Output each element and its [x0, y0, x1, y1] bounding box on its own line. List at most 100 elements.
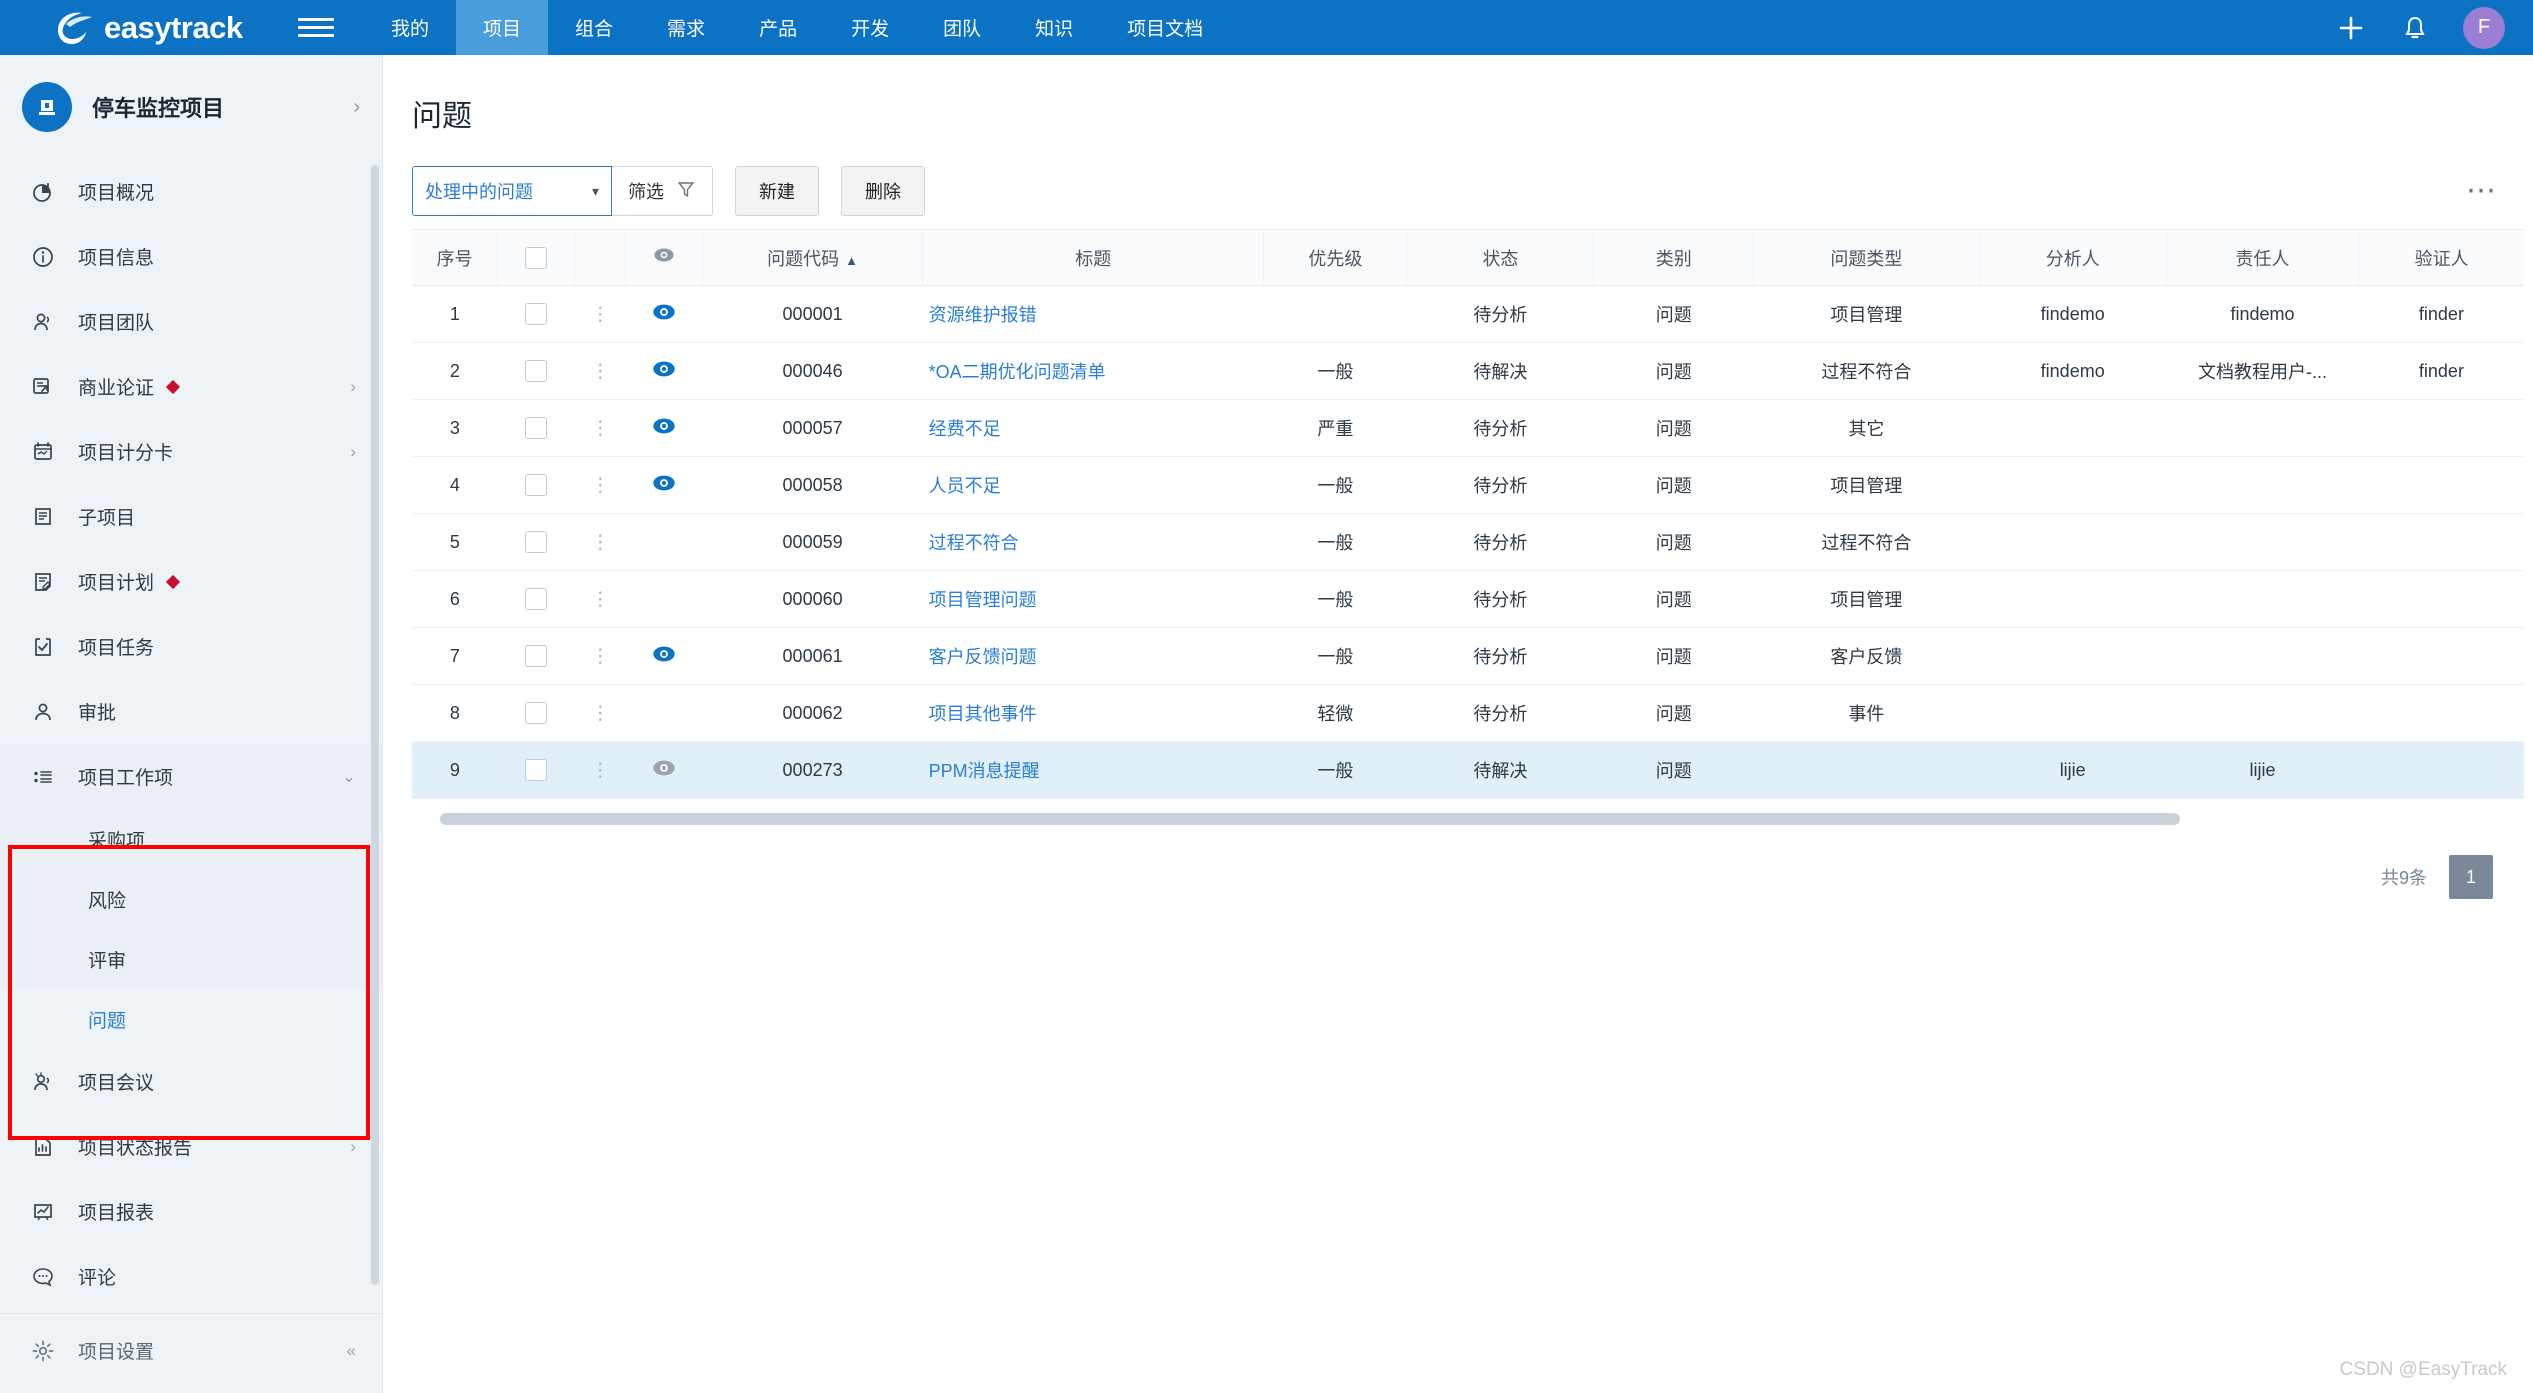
table-horizontal-scrollbar[interactable]: [440, 813, 2533, 825]
table-row[interactable]: 1 ⋮ 000001 资源维护报错 待分析 问题 项目管理 findemo findemo fin…: [412, 285, 2524, 343]
issue-title-link[interactable]: 过程不符合: [929, 533, 1019, 553]
row-checkbox[interactable]: [525, 702, 548, 725]
nav-item-project-docs[interactable]: 项目文档: [1100, 0, 1230, 55]
avatar[interactable]: F: [2463, 6, 2505, 49]
filter-button[interactable]: 筛选: [612, 166, 713, 216]
sidebar-item-project-plan[interactable]: 项目计划: [0, 549, 382, 614]
col-header-owner[interactable]: 责任人: [2166, 229, 2360, 286]
issue-title-link[interactable]: *OA二期优化问题清单: [929, 362, 1106, 382]
delete-button[interactable]: 删除: [841, 166, 925, 216]
col-header-category[interactable]: 类别: [1593, 229, 1755, 286]
nav-item-project[interactable]: 项目: [456, 0, 549, 55]
sidebar-item-review[interactable]: 评审: [0, 929, 382, 989]
issue-title-link[interactable]: 人员不足: [929, 476, 1001, 496]
sidebar-item-project-settings[interactable]: 项目设置 «: [0, 1318, 382, 1383]
scrollbar-thumb[interactable]: [440, 813, 2180, 825]
row-checkbox[interactable]: [525, 588, 548, 611]
sidebar-item-project-overview[interactable]: 项目概况: [0, 159, 382, 224]
issue-title-link[interactable]: PPM消息提醒: [929, 761, 1040, 781]
watch-eye-icon[interactable]: [652, 300, 676, 329]
sidebar-item-purchase[interactable]: 采购项: [0, 809, 382, 869]
sidebar-item-business-case[interactable]: 商业论证 ›: [0, 354, 382, 419]
table-row[interactable]: 8 ⋮ 000062 项目其他事件 轻微 待分析 问题 事件: [412, 684, 2524, 742]
select-all-checkbox[interactable]: [525, 246, 548, 269]
col-header-issue-type[interactable]: 问题类型: [1753, 229, 1980, 286]
row-checkbox[interactable]: [525, 531, 548, 554]
sidebar-scrollbar[interactable]: [371, 165, 379, 1285]
sidebar-item-project-team[interactable]: 项目团队: [0, 289, 382, 354]
issue-title-link[interactable]: 资源维护报错: [929, 305, 1037, 325]
col-header-title[interactable]: 标题: [922, 229, 1265, 286]
col-header-issue-code[interactable]: 问题代码 ▲: [702, 229, 924, 286]
kebab-menu-icon[interactable]: ⋮: [591, 703, 610, 724]
bell-icon[interactable]: [2399, 12, 2431, 44]
kebab-menu-icon[interactable]: ⋮: [591, 418, 610, 439]
chevron-right-icon[interactable]: ›: [350, 442, 356, 462]
row-checkbox[interactable]: [525, 417, 548, 440]
sidebar-item-project-info[interactable]: 项目信息: [0, 224, 382, 289]
kebab-menu-icon[interactable]: ⋮: [591, 532, 610, 553]
kebab-menu-icon[interactable]: ⋮: [591, 760, 610, 781]
nav-item-my[interactable]: 我的: [364, 0, 456, 55]
table-row[interactable]: 2 ⋮ 000046 *OA二期优化问题清单 一般 待解决 问题 过程不符合 findemo 文档…: [412, 342, 2524, 400]
sidebar-item-approval[interactable]: 审批: [0, 679, 382, 744]
row-checkbox[interactable]: [525, 645, 548, 668]
table-row[interactable]: 7 ⋮ 000061 客户反馈问题 一般 待分析 问题 客户反馈: [412, 627, 2524, 685]
table-row[interactable]: 9 ⋮ 000273 PPM消息提醒 一般 待解决 问题 lijie lijie: [412, 741, 2524, 799]
row-checkbox[interactable]: [525, 360, 548, 383]
chevron-right-icon[interactable]: ›: [350, 377, 356, 397]
issue-title-link[interactable]: 经费不足: [929, 419, 1001, 439]
col-header-analyst[interactable]: 分析人: [1979, 229, 2167, 286]
kebab-menu-icon[interactable]: ⋮: [591, 589, 610, 610]
sidebar-item-project-meeting[interactable]: 项目会议: [0, 1049, 382, 1114]
row-checkbox[interactable]: [525, 474, 548, 497]
watch-eye-icon[interactable]: [652, 642, 676, 671]
nav-item-requirement[interactable]: 需求: [640, 0, 732, 55]
sidebar-item-scorecard[interactable]: 项目计分卡 ›: [0, 419, 382, 484]
table-row[interactable]: 3 ⋮ 000057 经费不足 严重 待分析 问题 其它: [412, 399, 2524, 457]
nav-item-team[interactable]: 团队: [916, 0, 1008, 55]
kebab-menu-icon[interactable]: ⋮: [591, 361, 610, 382]
sidebar-item-issue[interactable]: 问题: [0, 989, 382, 1049]
eye-icon[interactable]: [653, 248, 675, 270]
ellipsis-icon[interactable]: ⋯: [2466, 176, 2499, 206]
brand-logo[interactable]: easytrack: [0, 8, 290, 48]
nav-item-knowledge[interactable]: 知识: [1008, 0, 1100, 55]
view-filter-select[interactable]: 处理中的问题 ▾: [412, 166, 612, 216]
sidebar-item-project-task[interactable]: 项目任务: [0, 614, 382, 679]
new-button[interactable]: 新建: [735, 166, 819, 216]
sidebar-item-comments[interactable]: 评论: [0, 1244, 382, 1309]
nav-item-portfolio[interactable]: 组合: [548, 0, 640, 55]
page-number-1[interactable]: 1: [2449, 855, 2493, 899]
collapse-sidebar-icon[interactable]: «: [347, 1341, 356, 1361]
kebab-menu-icon[interactable]: ⋮: [591, 646, 610, 667]
watch-eye-icon[interactable]: [652, 756, 676, 785]
sidebar-item-project-reports[interactable]: 项目报表: [0, 1179, 382, 1244]
chevron-right-icon[interactable]: ›: [353, 96, 360, 119]
kebab-menu-icon[interactable]: ⋮: [591, 475, 610, 496]
kebab-menu-icon[interactable]: ⋮: [591, 304, 610, 325]
row-checkbox[interactable]: [525, 303, 548, 326]
nav-item-development[interactable]: 开发: [824, 0, 916, 55]
col-header-verifier[interactable]: 验证人: [2358, 229, 2524, 286]
project-header[interactable]: 停车监控项目 ›: [0, 55, 382, 159]
table-row[interactable]: 5 ⋮ 000059 过程不符合 一般 待分析 问题 过程不符合: [412, 513, 2524, 571]
sort-asc-icon[interactable]: ▲: [845, 253, 858, 268]
issue-title-link[interactable]: 项目其他事件: [929, 704, 1037, 724]
sidebar-item-risk[interactable]: 风险: [0, 869, 382, 929]
col-header-priority[interactable]: 优先级: [1263, 229, 1408, 286]
watch-eye-icon[interactable]: [652, 414, 676, 443]
issue-title-link[interactable]: 项目管理问题: [929, 590, 1037, 610]
sidebar-item-status-report[interactable]: 项目状态报告 ›: [0, 1114, 382, 1179]
row-checkbox[interactable]: [525, 759, 548, 782]
chevron-right-icon[interactable]: ›: [350, 1137, 356, 1157]
chevron-down-icon[interactable]: ⌄: [342, 767, 356, 787]
sidebar-item-subproject[interactable]: 子项目: [0, 484, 382, 549]
watch-eye-icon[interactable]: [652, 471, 676, 500]
col-header-index[interactable]: 序号: [412, 229, 499, 286]
hamburger-icon[interactable]: [298, 15, 334, 41]
nav-item-product[interactable]: 产品: [732, 0, 824, 55]
col-header-status[interactable]: 状态: [1406, 229, 1595, 286]
sidebar-item-project-workitems[interactable]: 项目工作项 ⌄: [0, 744, 382, 809]
watch-eye-icon[interactable]: [652, 357, 676, 386]
